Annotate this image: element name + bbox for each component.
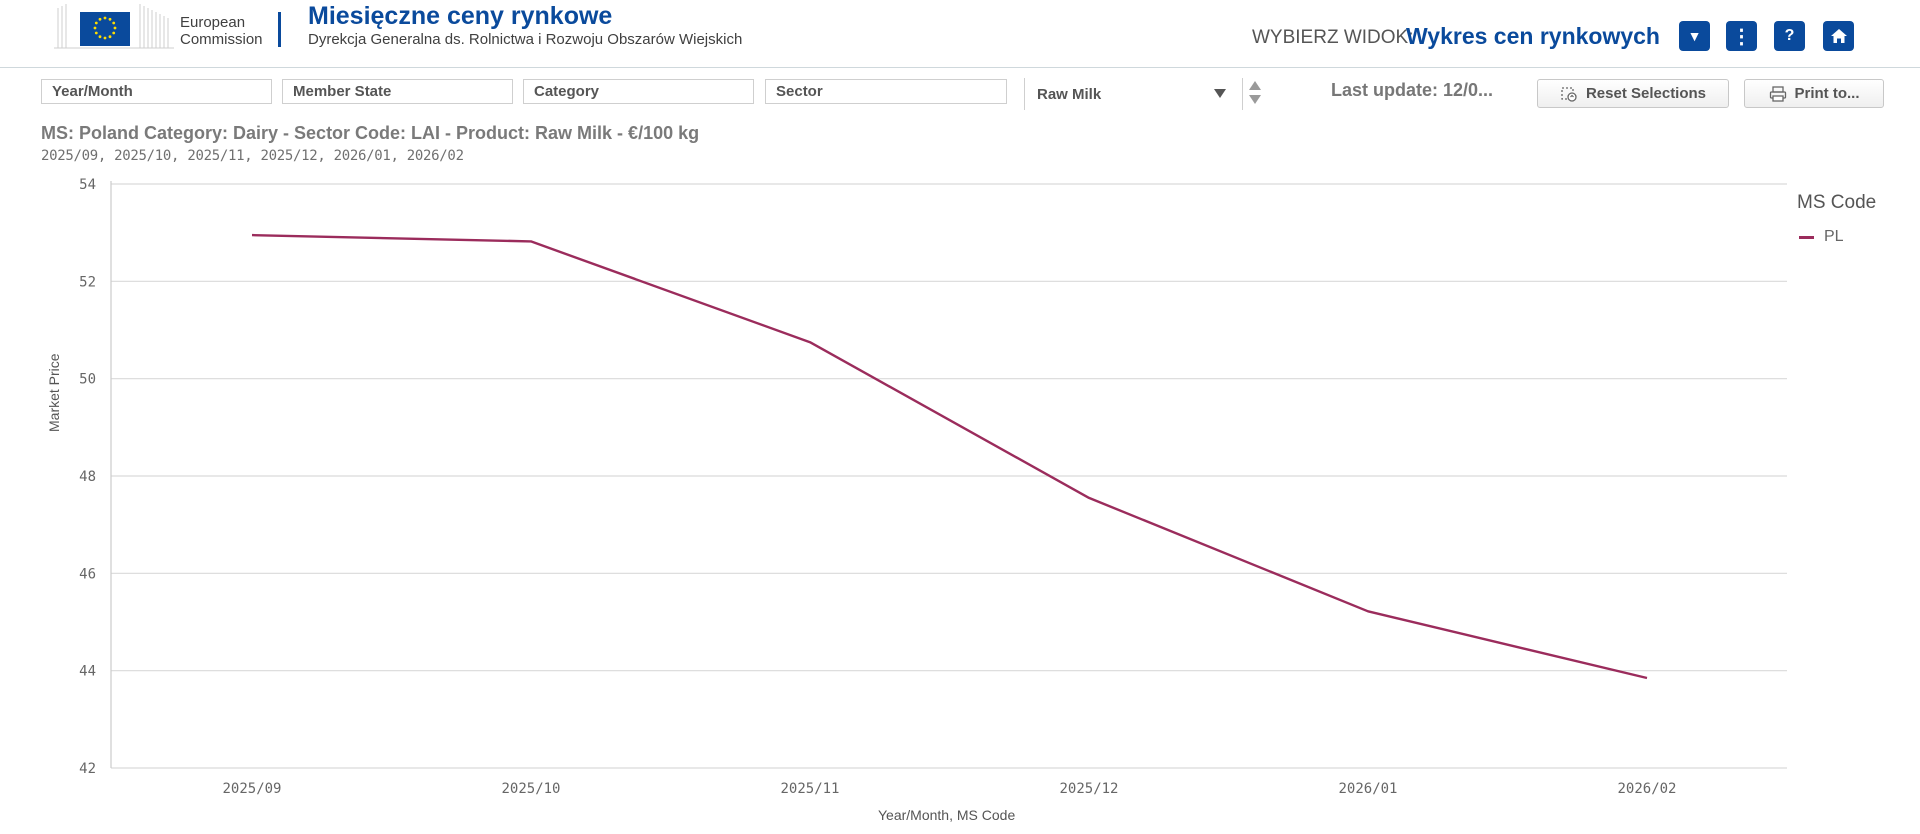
data-point[interactable] — [1641, 672, 1653, 684]
x-tick-label: 2026/02 — [1617, 781, 1676, 797]
x-tick-label: 2025/12 — [1059, 781, 1118, 797]
x-tick-labels: 2025/09 2025/10 2025/11 2025/12 2026/01 2026/… — [222, 781, 1676, 797]
series-line-pl[interactable] — [251, 233, 1648, 680]
y-tick-label: 48 — [79, 469, 96, 485]
grid-lines — [111, 183, 1787, 769]
y-tick-label: 54 — [79, 177, 96, 193]
data-point[interactable] — [1083, 492, 1095, 504]
legend-title: MS Code — [1797, 192, 1877, 213]
y-tick-label: 44 — [79, 664, 96, 680]
legend-swatch — [1799, 235, 1814, 239]
data-point[interactable] — [804, 336, 816, 348]
y-tick-label: 52 — [79, 274, 96, 290]
legend-label: PL — [1824, 228, 1844, 245]
x-axis-title: Year/Month, MS Code — [878, 807, 1016, 823]
y-tick-labels: 42 44 46 48 50 52 54 — [79, 177, 96, 777]
x-tick-label: 2025/11 — [780, 781, 839, 797]
x-tick-label: 2025/10 — [501, 781, 560, 797]
y-tick-label: 46 — [79, 566, 96, 582]
x-tick-label: 2026/01 — [1338, 781, 1397, 797]
x-tick-label: 2025/09 — [222, 781, 281, 797]
y-tick-label: 42 — [79, 761, 96, 777]
data-point[interactable] — [1362, 605, 1374, 617]
series-lines — [246, 229, 1653, 684]
line-chart[interactable]: 42444648505254 2025/09 2025/10 2025/11 2025… — [0, 0, 1920, 834]
data-point[interactable] — [246, 229, 258, 241]
y-axis-title: Market Price — [46, 353, 62, 432]
data-point[interactable] — [525, 235, 537, 247]
y-tick-label: 50 — [79, 372, 96, 388]
legend-item-pl[interactable]: PL — [1799, 228, 1844, 246]
